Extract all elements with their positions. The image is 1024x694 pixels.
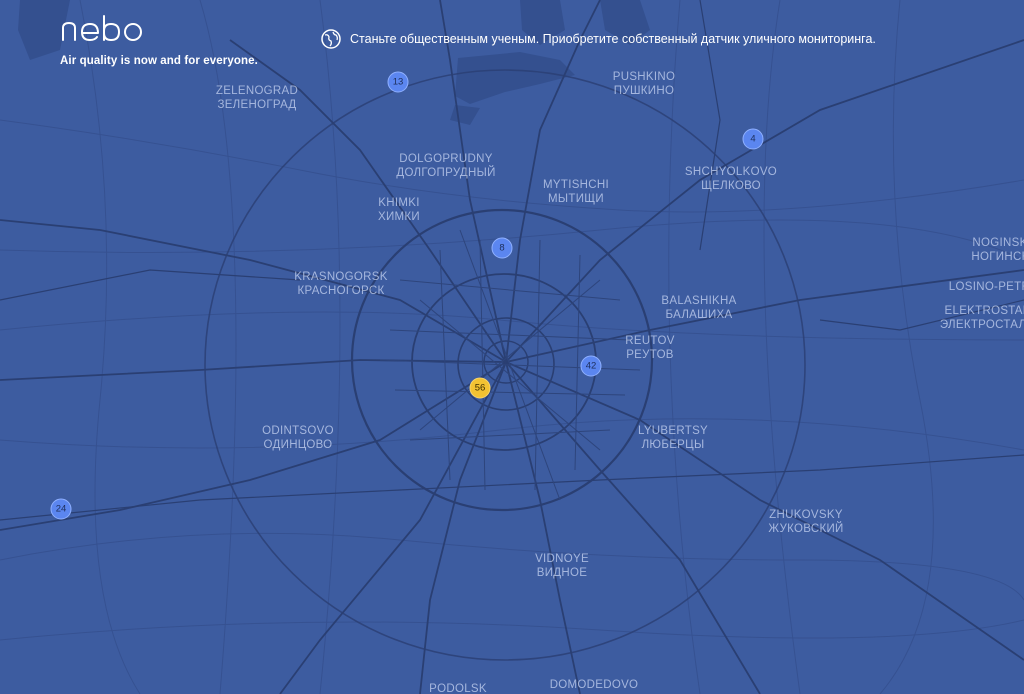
city-label-reutov: REUTOV РЕУТОВ <box>625 334 675 362</box>
tagline: Air quality is now and for everyone. <box>60 55 258 67</box>
city-name-latin: ZHUKOVSKY <box>769 509 843 521</box>
city-name-latin: KHIMKI <box>378 197 420 209</box>
city-name-latin: ODINTSOVO <box>262 425 334 437</box>
city-label-elektrostal: ELEKTROSTAL ЭЛЕКТРОСТАЛЬ <box>940 304 1024 332</box>
city-map[interactable] <box>0 0 1024 694</box>
city-name-cyrillic: ДОЛГОПРУДНЫЙ <box>396 167 496 179</box>
city-name-cyrillic: МЫТИЩИ <box>548 193 604 205</box>
city-name-cyrillic: ПУШКИНО <box>613 85 675 97</box>
city-label-shchyolkovo: SHCHYOLKOVO ЩЕЛКОВО <box>685 165 777 193</box>
sensor-cluster-marker[interactable]: 24 <box>50 498 72 520</box>
sensor-cluster-marker[interactable]: 13 <box>387 71 409 93</box>
globe-icon <box>321 29 341 49</box>
city-name-latin: BALASHIKHA <box>661 295 737 307</box>
city-label-losino: LOSINO-PETROVSKY <box>949 280 1024 294</box>
nebo-logo[interactable] <box>60 12 156 48</box>
city-name-cyrillic: ВИДНОЕ <box>536 567 588 579</box>
city-label-mytishchi: MYTISHCHI МЫТИЩИ <box>543 178 609 206</box>
city-name-cyrillic: ЛЮБЕРЦЫ <box>641 439 705 451</box>
city-name-cyrillic: БАЛАШИХА <box>665 309 733 321</box>
city-label-zhukovsky: ZHUKOVSKY ЖУКОВСКИЙ <box>768 508 843 536</box>
city-label-dolgoprudny: DOLGOPRUDNY ДОЛГОПРУДНЫЙ <box>396 152 495 180</box>
city-label-zelenograd: ZELENOGRAD ЗЕЛЕНОГРАД <box>216 84 298 112</box>
sensor-cluster-marker[interactable]: 42 <box>580 355 602 377</box>
sensor-cluster-marker-highlight[interactable]: 56 <box>469 377 491 399</box>
city-name-latin: LYUBERTSY <box>637 425 709 437</box>
city-label-podolsk: PODOLSK <box>429 682 487 694</box>
sensor-cluster-marker[interactable]: 8 <box>491 237 513 259</box>
city-label-balashikha: BALASHIKHA БАЛАШИХА <box>661 294 736 322</box>
city-label-pushkino: PUSHKINO ПУШКИНО <box>613 70 675 98</box>
promo-text: Станьте общественным ученым. Приобретите… <box>350 32 876 46</box>
city-name-latin: DOMODEDOVO <box>549 679 639 691</box>
city-label-khimki: KHIMKI ХИМКИ <box>378 196 420 224</box>
city-name-latin: PODOLSK <box>429 683 487 694</box>
sensor-cluster-marker[interactable]: 4 <box>742 128 764 150</box>
map-app: Air quality is now and for everyone. Ста… <box>0 0 1024 694</box>
city-name-cyrillic: КРАСНОГОРСК <box>297 285 385 297</box>
city-name-cyrillic: РЕУТОВ <box>626 349 674 361</box>
city-name-cyrillic: ЭЛЕКТРОСТАЛЬ <box>939 319 1024 331</box>
city-name-latin: LOSINO-PETROVSKY <box>948 281 1024 293</box>
city-name-latin: VIDNOYE <box>535 553 589 565</box>
city-label-noginsk: NOGINSK НОГИНСК <box>971 236 1024 264</box>
city-name-cyrillic: ХИМКИ <box>378 211 420 223</box>
city-name-latin: ELEKTROSTAL <box>944 305 1024 317</box>
city-name-latin: MYTISHCHI <box>543 179 609 191</box>
city-name-latin: NOGINSK <box>972 237 1024 249</box>
city-name-cyrillic: НОГИНСК <box>971 251 1024 263</box>
city-name-cyrillic: ЖУКОВСКИЙ <box>768 523 844 535</box>
city-label-lyubertsy: LYUBERTSY ЛЮБЕРЦЫ <box>638 424 708 452</box>
city-name-latin: REUTOV <box>625 335 675 347</box>
city-name-latin: DOLGOPRUDNY <box>399 153 493 165</box>
city-name-cyrillic: ОДИНЦОВО <box>263 439 333 451</box>
city-name-latin: SHCHYOLKOVO <box>684 166 778 178</box>
citizen-scientist-link[interactable]: Станьте общественным ученым. Приобретите… <box>320 28 876 50</box>
city-label-krasnogorsk: KRASNOGORSK КРАСНОГОРСК <box>294 270 387 298</box>
city-name-latin: PUSHKINO <box>612 71 676 83</box>
city-label-odintsovo: ODINTSOVO ОДИНЦОВО <box>262 424 334 452</box>
city-name-cyrillic: ЩЕЛКОВО <box>701 180 761 192</box>
map-background <box>0 0 1024 694</box>
city-label-vidnoye: VIDNOYE ВИДНОЕ <box>535 552 589 580</box>
city-name-latin: ZELENOGRAD <box>215 85 299 97</box>
city-name-latin: KRASNOGORSK <box>294 271 388 283</box>
city-name-cyrillic: ЗЕЛЕНОГРАД <box>217 99 297 111</box>
city-label-domodedovo: DOMODEDOVO <box>550 678 639 692</box>
